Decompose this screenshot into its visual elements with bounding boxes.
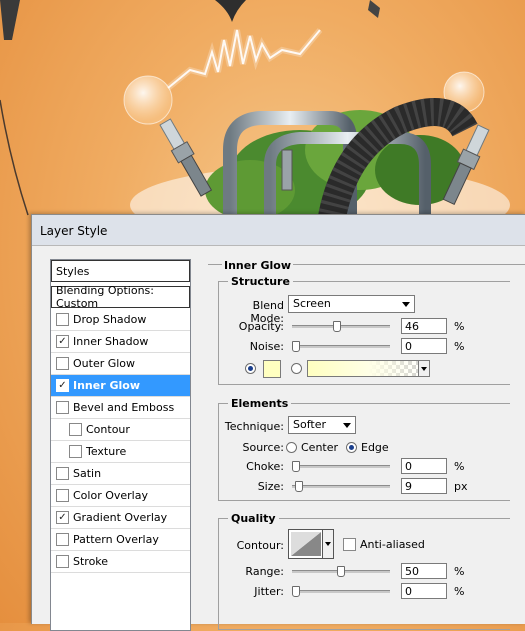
technique-label: Technique: — [224, 420, 284, 433]
source-center-radio[interactable] — [286, 442, 297, 453]
jitter-input[interactable]: 0 — [401, 583, 447, 599]
opacity-percent-label: % — [454, 320, 465, 333]
opacity-input[interactable]: 46 — [401, 318, 447, 334]
jitter-label: Jitter: — [254, 585, 284, 598]
quality-title: Quality — [228, 512, 279, 525]
contour-picker[interactable] — [288, 529, 334, 559]
anti-aliased-checkbox[interactable] — [343, 538, 356, 551]
size-slider[interactable] — [292, 481, 390, 492]
style-item-texture[interactable]: Texture — [51, 441, 190, 463]
style-item-gradient-overlay[interactable]: ✓ Gradient Overlay — [51, 507, 190, 529]
range-slider-thumb[interactable] — [337, 566, 345, 577]
satin-checkbox[interactable] — [56, 467, 69, 480]
source-edge-radio[interactable] — [346, 442, 357, 453]
size-slider-thumb[interactable] — [295, 481, 303, 492]
choke-slider[interactable] — [292, 461, 390, 472]
layer-style-dialog: Layer Style Styles Blending Options: Cus… — [31, 214, 525, 631]
bevel-and-emboss-checkbox[interactable] — [56, 401, 69, 414]
inner-shadow-checkbox[interactable]: ✓ — [56, 335, 69, 348]
choke-label: Choke: — [246, 460, 284, 473]
style-item-inner-shadow[interactable]: ✓ Inner Shadow — [51, 331, 190, 353]
size-px-label: px — [454, 480, 468, 493]
contour-checkbox[interactable] — [69, 423, 82, 436]
choke-percent-label: % — [454, 460, 465, 473]
noise-slider[interactable] — [292, 341, 390, 352]
source-label: Source: — [242, 441, 285, 454]
chevron-down-icon — [402, 302, 410, 307]
noise-percent-label: % — [454, 340, 465, 353]
gradient-radio[interactable] — [291, 363, 302, 374]
elements-title: Elements — [228, 397, 292, 410]
chevron-down-icon — [421, 367, 427, 371]
style-item-satin[interactable]: Satin — [51, 463, 190, 485]
range-label: Range: — [245, 565, 284, 578]
style-item-contour[interactable]: Contour — [51, 419, 190, 441]
drop-shadow-checkbox[interactable] — [56, 313, 69, 326]
size-label: Size: — [257, 480, 284, 493]
blend-mode-select[interactable]: Screen — [288, 295, 415, 313]
opacity-slider[interactable] — [292, 321, 390, 332]
anti-aliased-label: Anti-aliased — [360, 538, 425, 551]
noise-input[interactable]: 0 — [401, 338, 447, 354]
opacity-label: Opacity: — [238, 320, 284, 333]
style-item-inner-glow[interactable]: ✓ Inner Glow — [51, 375, 190, 397]
opacity-slider-thumb[interactable] — [333, 321, 341, 332]
background-artwork — [0, 0, 525, 240]
chevron-down-icon — [325, 542, 331, 546]
contour-dropdown-button[interactable] — [322, 530, 333, 558]
stroke-checkbox[interactable] — [56, 555, 69, 568]
style-item-stroke[interactable]: Stroke — [51, 551, 190, 573]
styles-list-panel: Styles Blending Options: Custom Drop Sha… — [50, 259, 191, 631]
dialog-title: Layer Style — [40, 224, 108, 238]
range-slider[interactable] — [292, 566, 390, 577]
style-item-bevel-and-emboss[interactable]: Bevel and Emboss — [51, 397, 190, 419]
structure-title: Structure — [228, 275, 293, 288]
solid-color-radio[interactable] — [245, 363, 256, 374]
style-item-drop-shadow[interactable]: Drop Shadow — [51, 309, 190, 331]
blending-options-item[interactable]: Blending Options: Custom — [51, 284, 190, 310]
style-item-color-overlay[interactable]: Color Overlay — [51, 485, 190, 507]
noise-slider-thumb[interactable] — [292, 341, 300, 352]
gradient-overlay-checkbox[interactable]: ✓ — [56, 511, 69, 524]
styles-header[interactable]: Styles — [51, 260, 190, 282]
chevron-down-icon — [343, 423, 351, 428]
gradient-picker[interactable] — [307, 360, 430, 377]
range-percent-label: % — [454, 565, 465, 578]
choke-slider-thumb[interactable] — [292, 461, 300, 472]
gradient-dropdown-button[interactable] — [418, 361, 429, 376]
inner-glow-checkbox[interactable]: ✓ — [56, 379, 69, 392]
technique-select[interactable]: Softer — [288, 416, 356, 434]
size-input[interactable]: 9 — [401, 478, 447, 494]
glow-color-swatch[interactable] — [263, 360, 281, 378]
pattern-overlay-checkbox[interactable] — [56, 533, 69, 546]
outer-glow-checkbox[interactable] — [56, 357, 69, 370]
jitter-percent-label: % — [454, 585, 465, 598]
source-center-label: Center — [301, 441, 339, 454]
contour-label: Contour: — [236, 539, 284, 552]
contour-preview-icon — [291, 532, 321, 556]
dialog-titlebar[interactable]: Layer Style — [32, 215, 525, 246]
choke-input[interactable]: 0 — [401, 458, 447, 474]
jitter-slider[interactable] — [292, 586, 390, 597]
inner-glow-title: Inner Glow — [222, 259, 293, 272]
range-input[interactable]: 50 — [401, 563, 447, 579]
jitter-slider-thumb[interactable] — [292, 586, 300, 597]
style-item-outer-glow[interactable]: Outer Glow — [51, 353, 190, 375]
source-edge-label: Edge — [361, 441, 389, 454]
noise-label: Noise: — [249, 340, 284, 353]
style-item-pattern-overlay[interactable]: Pattern Overlay — [51, 529, 190, 551]
color-overlay-checkbox[interactable] — [56, 489, 69, 502]
texture-checkbox[interactable] — [69, 445, 82, 458]
